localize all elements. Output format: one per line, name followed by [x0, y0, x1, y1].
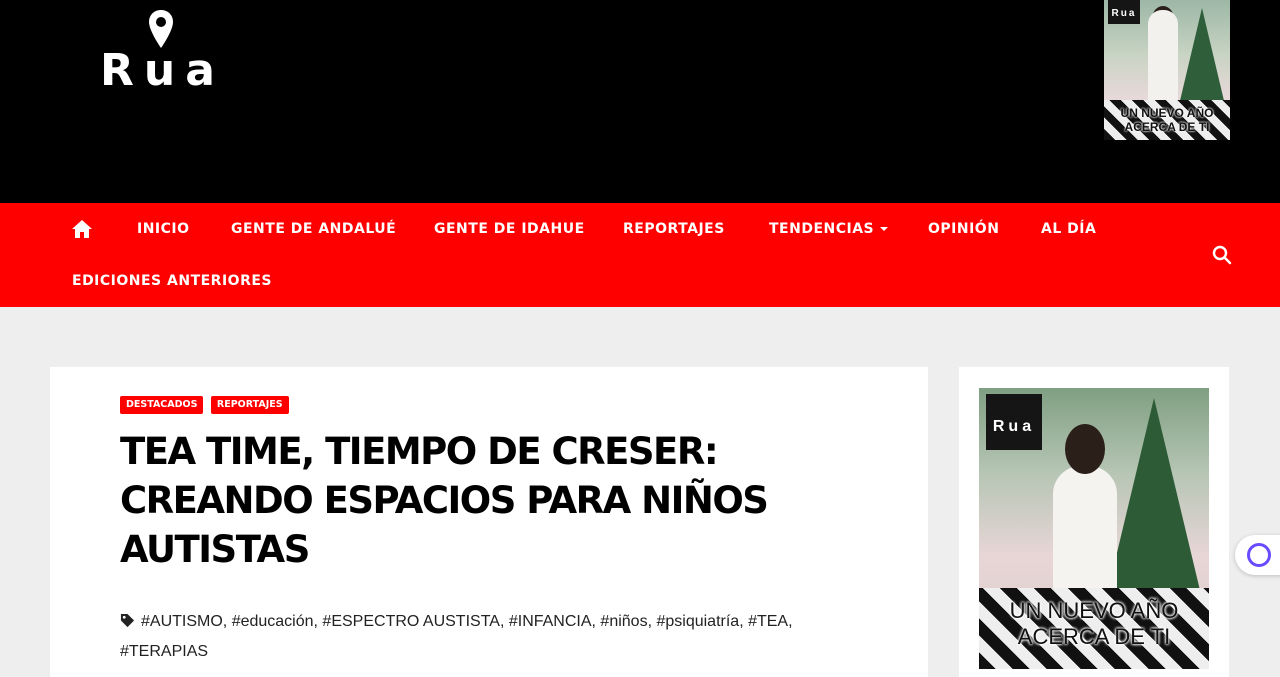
tag-link[interactable]: #TEA: [748, 613, 788, 630]
header-ad-banner[interactable]: Rua UN NUEVO AÑO ACERCA DE TI: [1104, 0, 1230, 140]
nav-item-opinion[interactable]: OPINIÓN: [928, 219, 999, 239]
top-header: Rua Rua UN NUEVO AÑO ACERCA DE TI: [0, 0, 1280, 203]
nav-item-reportajes[interactable]: REPORTAJES: [623, 219, 725, 239]
tag-link[interactable]: #psiquiatría: [656, 613, 739, 630]
nav-item-ediciones-anteriores[interactable]: EDICIONES ANTERIORES: [72, 271, 272, 291]
ad-text-line1: UN NUEVO AÑO: [1120, 106, 1214, 120]
category-badge-destacados[interactable]: DESTACADOS: [120, 396, 204, 414]
tag-icon: [120, 613, 135, 628]
home-icon[interactable]: [70, 217, 94, 241]
accessibility-widget-button[interactable]: [1235, 535, 1280, 575]
post-card: DESTACADOS REPORTAJES TEA TIME, TIEMPO D…: [50, 367, 928, 677]
search-icon[interactable]: [1212, 245, 1232, 265]
tag-link[interactable]: #educación: [232, 613, 314, 630]
person-head-graphic: [1065, 424, 1105, 474]
site-logo[interactable]: Rua: [100, 10, 225, 96]
tag-link[interactable]: #ESPECTRO AUSTISTA: [322, 613, 500, 630]
tag-link[interactable]: #INFANCIA: [509, 613, 592, 630]
tag-link[interactable]: #niños: [600, 613, 647, 630]
tag-link[interactable]: #AUTISMO: [141, 613, 223, 630]
ad-logo: Rua: [986, 394, 1042, 450]
post-tags: #AUTISMO, #educación, #ESPECTRO AUSTISTA…: [120, 613, 793, 660]
widget-face-icon: [1247, 543, 1271, 567]
nav-item-inicio[interactable]: INICIO: [137, 219, 190, 239]
ad-text: UN NUEVO AÑO ACERCA DE TI: [1104, 106, 1230, 134]
ad-text-line2: ACERCA DE TI: [1017, 624, 1171, 649]
nav-item-al-dia[interactable]: AL DÍA: [1041, 219, 1096, 239]
category-badge-reportajes[interactable]: REPORTAJES: [210, 396, 289, 414]
nav-item-gente-de-idahue[interactable]: GENTE DE IDAHUE: [434, 219, 585, 239]
nav-item-gente-de-andalue[interactable]: GENTE DE ANDALUÉ: [231, 219, 396, 239]
person-graphic: [1148, 10, 1178, 110]
caret-down-icon: [880, 227, 889, 231]
ad-text-line2: ACERCA DE TI: [1124, 120, 1210, 134]
nav-item-tendencias[interactable]: TENDENCIAS: [769, 219, 889, 239]
logo-text: Rua: [100, 45, 225, 96]
main-navigation: INICIO GENTE DE ANDALUÉ GENTE DE IDAHUE …: [0, 203, 1280, 307]
post-title[interactable]: TEA TIME, TIEMPO DE CRESER: CREANDO ESPA…: [120, 427, 820, 574]
nav-item-tendencias-label: TENDENCIAS: [769, 221, 875, 237]
location-pin-icon: [149, 10, 173, 48]
tag-link[interactable]: #TERAPIAS: [120, 643, 208, 660]
ad-logo: Rua: [1108, 0, 1140, 24]
sidebar-ad-banner[interactable]: Rua UN NUEVO AÑO ACERCA DE TI: [979, 388, 1209, 669]
ad-text: UN NUEVO AÑO ACERCA DE TI: [979, 598, 1209, 650]
sidebar: Rua UN NUEVO AÑO ACERCA DE TI: [959, 367, 1229, 677]
category-badges: DESTACADOS REPORTAJES: [120, 394, 292, 414]
ad-text-line1: UN NUEVO AÑO: [1009, 598, 1179, 623]
